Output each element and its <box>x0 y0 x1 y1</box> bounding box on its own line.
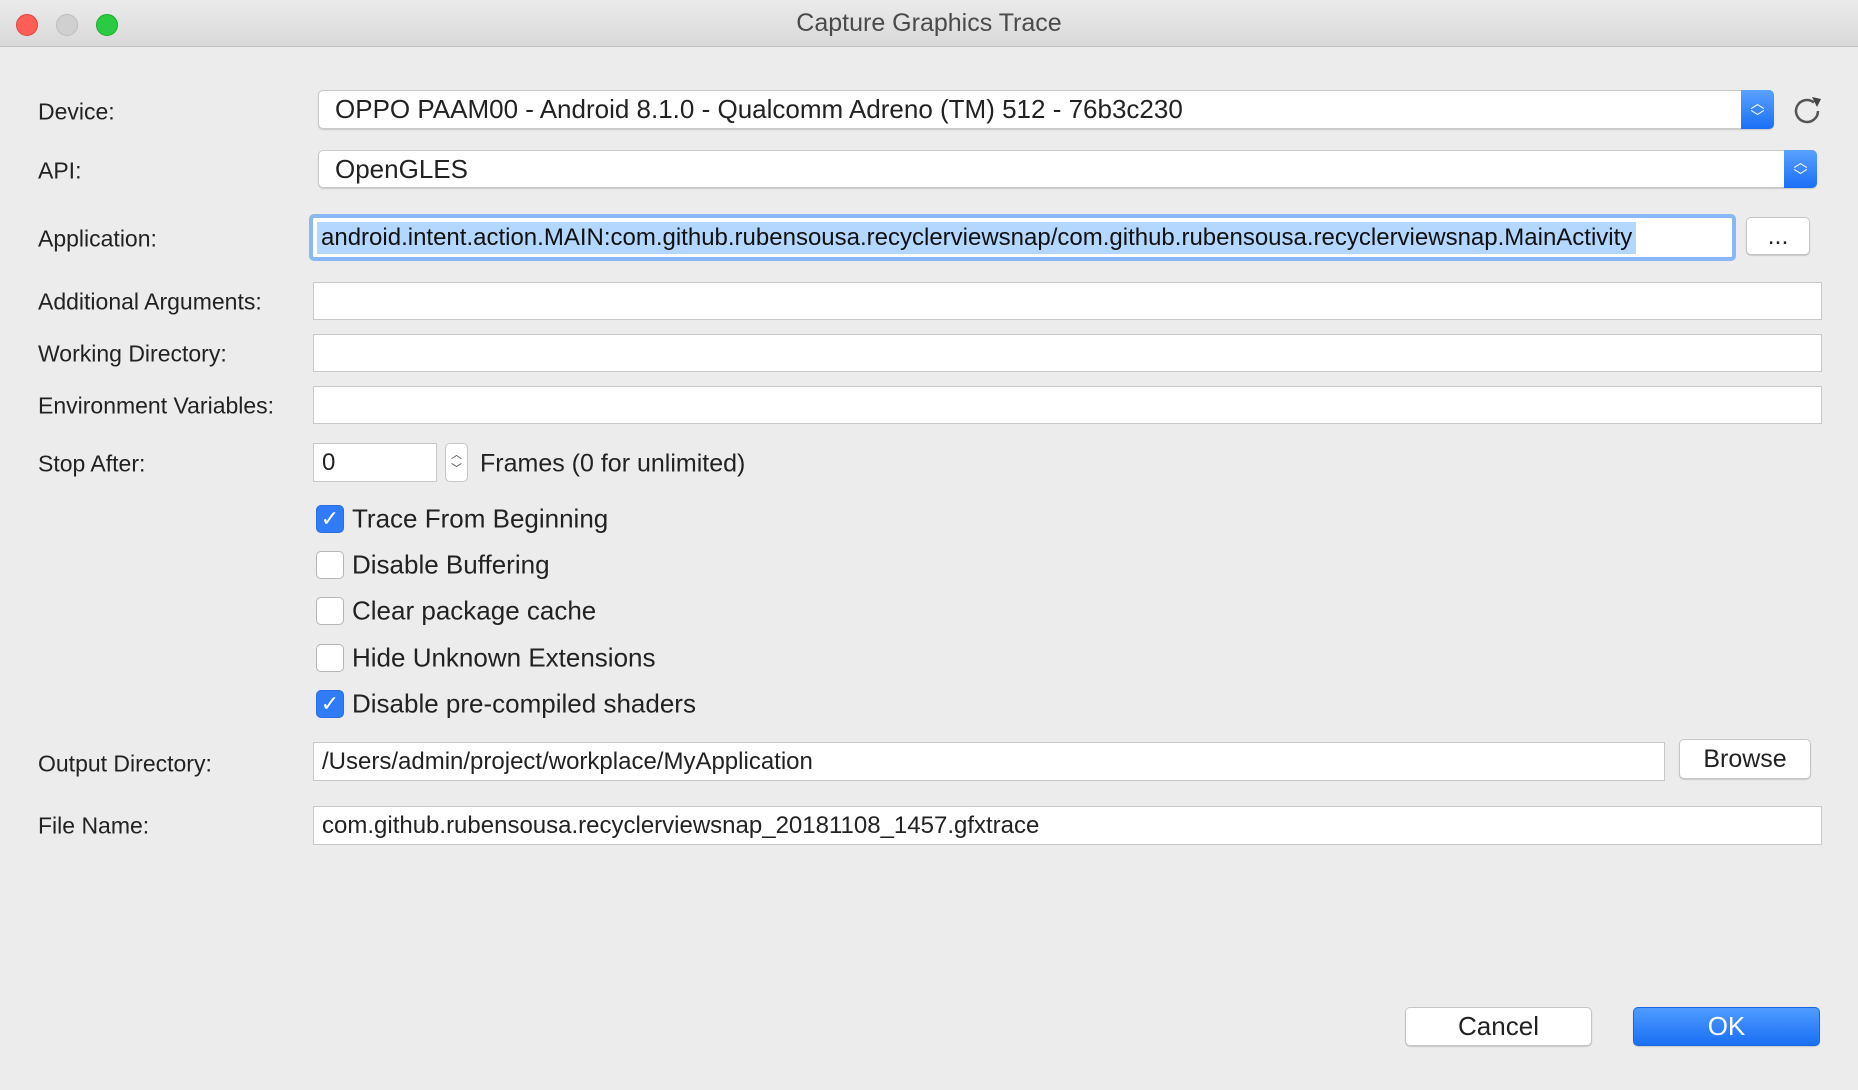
api-value: OpenGLES <box>335 153 468 184</box>
working-directory-input[interactable] <box>313 334 1822 372</box>
file-name-label: File Name: <box>38 812 150 839</box>
checkmark-icon: ✓ <box>320 691 340 716</box>
checkbox-label[interactable]: Hide Unknown Extensions <box>352 643 656 674</box>
stop-after-input[interactable]: 0 <box>313 443 437 482</box>
application-value: android.intent.action.MAIN:com.github.ru… <box>317 221 1637 254</box>
application-input[interactable]: android.intent.action.MAIN:com.github.ru… <box>309 214 1736 261</box>
output-directory-label: Output Directory: <box>38 750 212 777</box>
output-directory-input[interactable]: /Users/admin/project/workplace/MyApplica… <box>313 742 1665 781</box>
checkbox[interactable] <box>316 551 344 579</box>
additional-arguments-input[interactable] <box>313 282 1822 320</box>
api-select[interactable]: OpenGLES ︿ ﹀ <box>318 150 1817 188</box>
chevron-up-down-icon: ︿ ﹀ <box>1784 150 1817 188</box>
checkbox-label[interactable]: Disable pre-compiled shaders <box>352 689 696 720</box>
environment-variables-label: Environment Variables: <box>38 392 275 419</box>
api-label: API: <box>38 157 82 184</box>
chevron-up-down-icon: ︿ ﹀ <box>1741 90 1774 129</box>
additional-arguments-label: Additional Arguments: <box>38 288 262 315</box>
refresh-icon[interactable] <box>1790 94 1824 128</box>
checkbox-label[interactable]: Clear package cache <box>352 596 596 627</box>
application-browse-button[interactable]: ... <box>1746 217 1810 255</box>
checkmark-icon: ✓ <box>320 506 340 531</box>
checkbox[interactable] <box>316 597 344 625</box>
device-label: Device: <box>38 98 115 125</box>
device-value: OPPO PAAM00 - Android 8.1.0 - Qualcomm A… <box>335 94 1183 124</box>
working-directory-label: Working Directory: <box>38 340 227 367</box>
checkbox-label[interactable]: Disable Buffering <box>352 550 550 581</box>
ok-button[interactable]: OK <box>1633 1007 1820 1046</box>
stop-after-label: Stop After: <box>38 450 146 477</box>
device-select[interactable]: OPPO PAAM00 - Android 8.1.0 - Qualcomm A… <box>318 90 1774 129</box>
checkbox[interactable]: ✓ <box>316 505 344 533</box>
checkbox-label[interactable]: Trace From Beginning <box>352 504 608 535</box>
output-browse-button[interactable]: Browse <box>1679 739 1811 779</box>
checkbox[interactable] <box>316 644 344 672</box>
stop-after-suffix: Frames (0 for unlimited) <box>480 449 746 478</box>
application-label: Application: <box>38 225 157 252</box>
file-name-input[interactable]: com.github.rubensousa.recyclerviewsnap_2… <box>313 806 1822 845</box>
stop-after-stepper[interactable]: ︿ ﹀ <box>445 443 468 482</box>
checkbox[interactable]: ✓ <box>316 690 344 718</box>
environment-variables-input[interactable] <box>313 386 1822 424</box>
cancel-button[interactable]: Cancel <box>1405 1007 1592 1046</box>
